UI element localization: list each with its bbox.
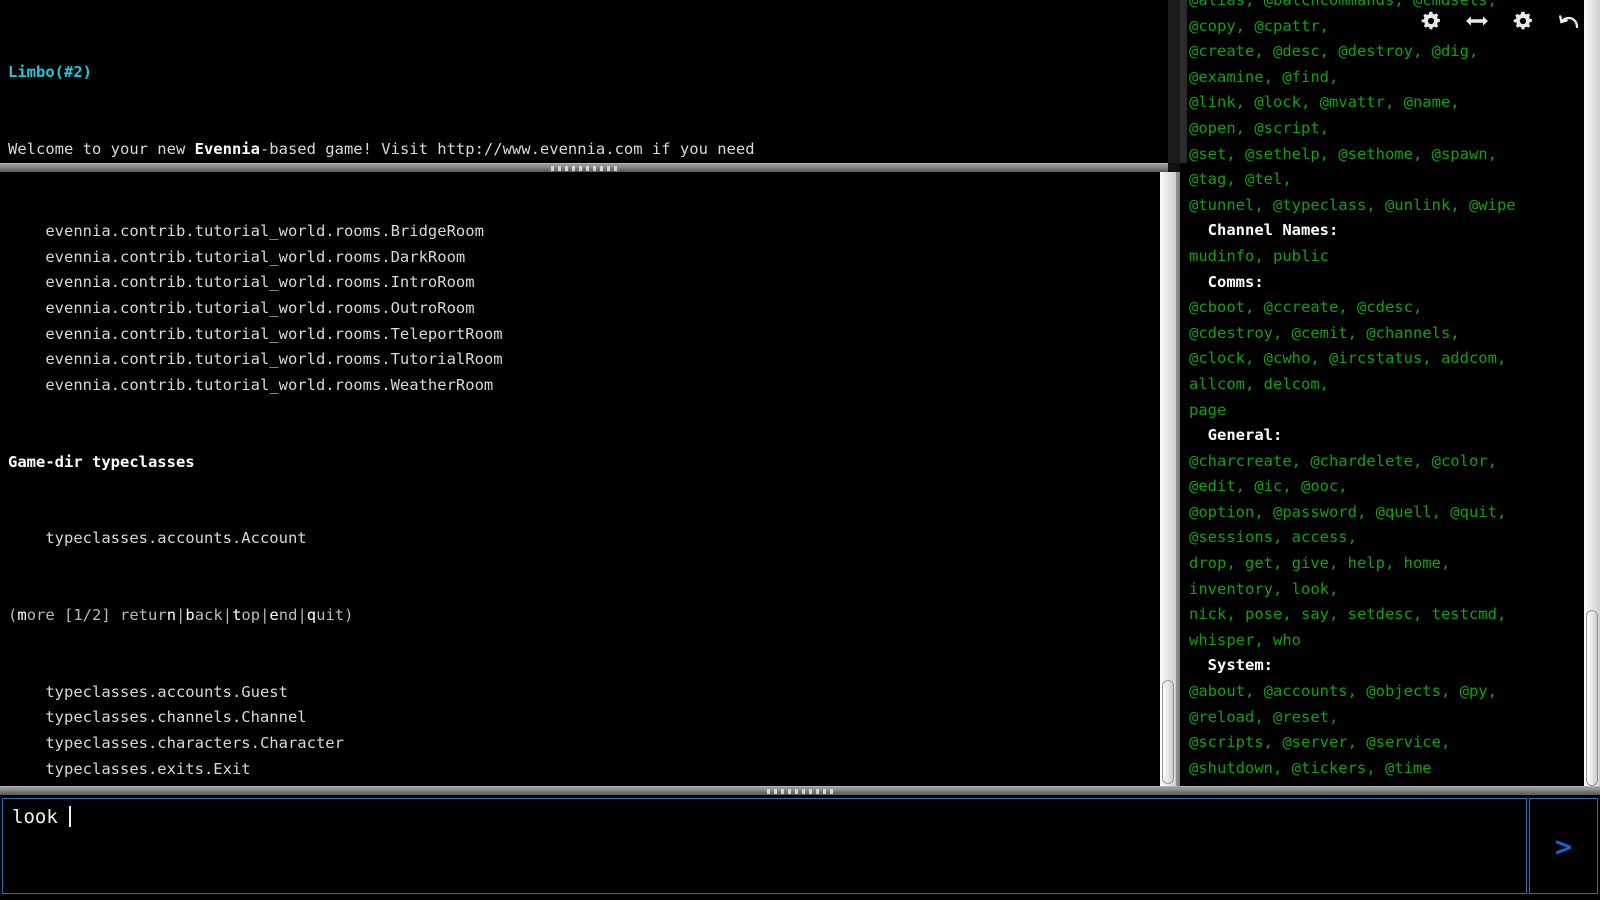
main-pane-scroll-thumb[interactable]: [1162, 680, 1174, 784]
send-button[interactable]: >: [1529, 798, 1598, 894]
command-group-heading: System:: [1189, 656, 1273, 675]
divider-grip[interactable]: [551, 166, 617, 171]
vertical-divider-top: [1168, 0, 1180, 163]
gamedir-typeclass-list: typeclasses.accounts.Guest typeclasses.c…: [8, 680, 1168, 786]
pane-controls-toolbar[interactable]: [1418, 8, 1582, 34]
more-sep-4: |: [297, 606, 307, 625]
more-top-text: op: [241, 606, 261, 625]
command-entry[interactable]: allcom, delcom,: [1189, 372, 1600, 398]
horizontal-divider-top[interactable]: [0, 163, 1168, 172]
more-open-paren: (: [8, 606, 18, 625]
command-group-heading: General:: [1189, 426, 1283, 445]
main-output-pane[interactable]: evennia.contrib.tutorial_world.rooms.Bri…: [0, 172, 1168, 786]
command-entry[interactable]: whisper, who: [1189, 628, 1600, 654]
command-entry[interactable]: @create, @desc, @destroy, @dig,: [1189, 39, 1600, 65]
command-entry[interactable]: @cboot, @ccreate, @cdesc,: [1189, 295, 1600, 321]
typeclass-entry: evennia.contrib.tutorial_world.rooms.Bri…: [8, 222, 484, 241]
gamedir-header: Game-dir typeclasses: [8, 452, 195, 471]
command-entry[interactable]: @cdestroy, @cemit, @channels,: [1189, 321, 1600, 347]
more-sep-1: |: [176, 606, 186, 625]
undo-icon[interactable]: [1556, 8, 1582, 34]
typeclass-entry: evennia.contrib.tutorial_world.rooms.Dar…: [8, 247, 466, 266]
more-return-text: retur: [120, 606, 167, 625]
command-entry[interactable]: @reload, @reset,: [1189, 705, 1600, 731]
command-list-pane[interactable]: @alias, @batchcommands, @cmdsets, @copy, …: [1180, 0, 1600, 786]
command-entry[interactable]: @examine, @find,: [1189, 65, 1600, 91]
gamedir-typeclass-entry: typeclasses.exits.Exit: [8, 759, 251, 778]
cmd-pane-scroll-thumb[interactable]: [1586, 610, 1598, 786]
typeclass-entry: evennia.contrib.tutorial_world.rooms.Int…: [8, 273, 475, 292]
cmd-pane-scroll-track-top[interactable]: [1180, 0, 1187, 163]
typeclass-list: evennia.contrib.tutorial_world.rooms.Bri…: [8, 219, 1168, 398]
gear-icon[interactable]: [1418, 8, 1444, 34]
gamedir-typeclass-entry: typeclasses.characters.Character: [8, 734, 344, 753]
input-bar[interactable]: look >: [0, 795, 1600, 900]
command-entry[interactable]: @shutdown, @tickers, @time: [1189, 756, 1600, 782]
typeclass-entry: evennia.contrib.tutorial_world.rooms.Wea…: [8, 375, 494, 394]
more-prompt[interactable]: (more [1/2] return|back|top|end|quit): [8, 603, 1168, 629]
welcome-pre: Welcome to your new: [8, 139, 195, 158]
command-entry[interactable]: mudinfo, public: [1189, 244, 1600, 270]
command-entry[interactable]: @option, @password, @quell, @quit,: [1189, 500, 1600, 526]
command-group-heading: Channel Names:: [1189, 221, 1339, 240]
command-entry[interactable]: @sessions, access,: [1189, 525, 1600, 551]
more-back-text: ack: [194, 606, 223, 625]
gear-icon[interactable]: [1510, 8, 1536, 34]
more-key-m: m: [17, 606, 27, 625]
command-input-text: look: [12, 805, 72, 829]
horizontal-divider-bottom[interactable]: [0, 786, 1600, 795]
room-welcome-line: Welcome to your new Evennia-based game! …: [8, 137, 1168, 163]
typeclass-entry: evennia.contrib.tutorial_world.rooms.Out…: [8, 298, 475, 317]
command-entry[interactable]: page: [1189, 398, 1600, 424]
more-text: ore: [26, 606, 65, 625]
evennia-name: Evennia: [194, 139, 260, 158]
command-entry[interactable]: @link, @lock, @mvattr, @name,: [1189, 90, 1600, 116]
room-title: Limbo(#2): [8, 63, 92, 82]
gamedir-typeclass-entry: typeclasses.channels.Channel: [8, 708, 307, 727]
command-input-value: look: [12, 806, 70, 828]
command-entry[interactable]: @tag, @tel,: [1189, 167, 1600, 193]
main-pane-scrollbar[interactable]: [1160, 172, 1176, 786]
command-entry[interactable]: @clock, @cwho, @ircstatus, addcom,: [1189, 346, 1600, 372]
gamedir-first-entry: typeclasses.accounts.Account: [8, 529, 307, 548]
more-end-text: nd: [278, 606, 298, 625]
text-caret: [69, 806, 72, 827]
typeclass-entry: evennia.contrib.tutorial_world.rooms.Tel…: [8, 324, 503, 343]
command-entry[interactable]: @set, @sethelp, @sethome, @spawn,: [1189, 142, 1600, 168]
more-page-indicator: [1/2]: [64, 606, 121, 625]
command-entry[interactable]: inventory, look,: [1189, 577, 1600, 603]
resize-horizontal-icon[interactable]: [1464, 8, 1490, 34]
divider-grip[interactable]: [767, 789, 833, 794]
command-group-heading: Comms:: [1189, 272, 1264, 291]
more-key-q[interactable]: q: [307, 606, 316, 624]
more-key-e[interactable]: e: [269, 606, 278, 624]
gamedir-typeclass-entry: typeclasses.accounts.Guest: [8, 682, 288, 701]
more-key-b[interactable]: b: [185, 606, 194, 624]
more-key-n[interactable]: n: [167, 606, 176, 624]
command-entry[interactable]: nick, pose, say, setdesc, testcmd,: [1189, 602, 1600, 628]
command-entry[interactable]: @about, @accounts, @objects, @py,: [1189, 679, 1600, 705]
welcome-post: -based game! Visit http://www.evennia.co…: [259, 139, 755, 158]
command-entry[interactable]: @open, @script,: [1189, 116, 1600, 142]
more-key-t[interactable]: t: [232, 606, 241, 624]
command-entry[interactable]: @charcreate, @chardelete, @color,: [1189, 449, 1600, 475]
more-sep-2: |: [222, 606, 233, 625]
more-close-paren: ): [344, 606, 354, 625]
cmd-pane-scrollbar[interactable]: [1584, 0, 1600, 786]
room-description-pane[interactable]: Limbo(#2) Welcome to your new Evennia-ba…: [0, 0, 1168, 167]
command-entry[interactable]: drop, get, give, help, home,: [1189, 551, 1600, 577]
command-entry[interactable]: @tunnel, @typeclass, @unlink, @wipe: [1189, 193, 1600, 219]
command-entry[interactable]: @scripts, @server, @service,: [1189, 730, 1600, 756]
command-input[interactable]: look: [2, 798, 1527, 894]
command-entry[interactable]: @edit, @ic, @ooc,: [1189, 474, 1600, 500]
more-quit-text: uit: [316, 606, 345, 625]
typeclass-entry: evennia.contrib.tutorial_world.rooms.Tut…: [8, 350, 503, 369]
